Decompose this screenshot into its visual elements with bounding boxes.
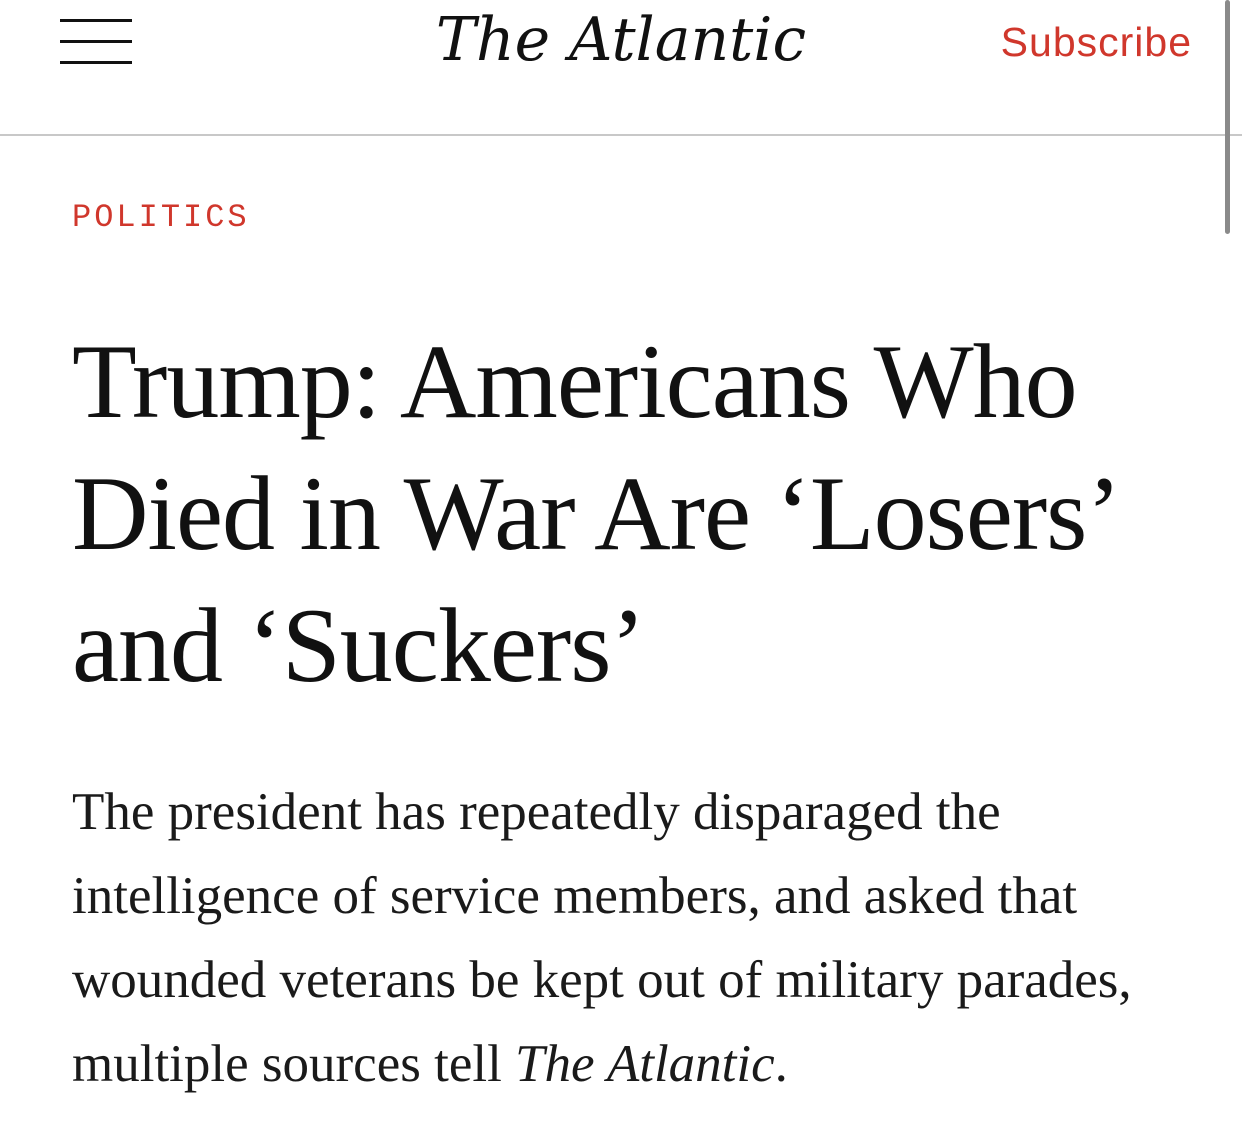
subscribe-button[interactable]: Subscribe bbox=[1001, 14, 1192, 70]
article-headline: Trump: Americans Who Died in War Are ‘Lo… bbox=[72, 323, 1114, 704]
dek-publication-name: The Atlantic bbox=[515, 1035, 775, 1093]
menu-button[interactable] bbox=[58, 14, 134, 70]
dek-period: . bbox=[774, 1035, 788, 1093]
hamburger-menu-icon-bar bbox=[60, 61, 132, 64]
section-label[interactable]: POLITICS bbox=[72, 198, 250, 238]
article-dek: The president has repeatedly disparaged … bbox=[72, 770, 1182, 1106]
hamburger-menu-icon bbox=[60, 19, 132, 22]
site-header: The Atlantic Subscribe bbox=[0, 0, 1242, 136]
scrollbar[interactable] bbox=[1225, 0, 1230, 234]
site-logo[interactable]: The Atlantic bbox=[420, 0, 822, 80]
hamburger-menu-icon-bar bbox=[60, 40, 132, 43]
